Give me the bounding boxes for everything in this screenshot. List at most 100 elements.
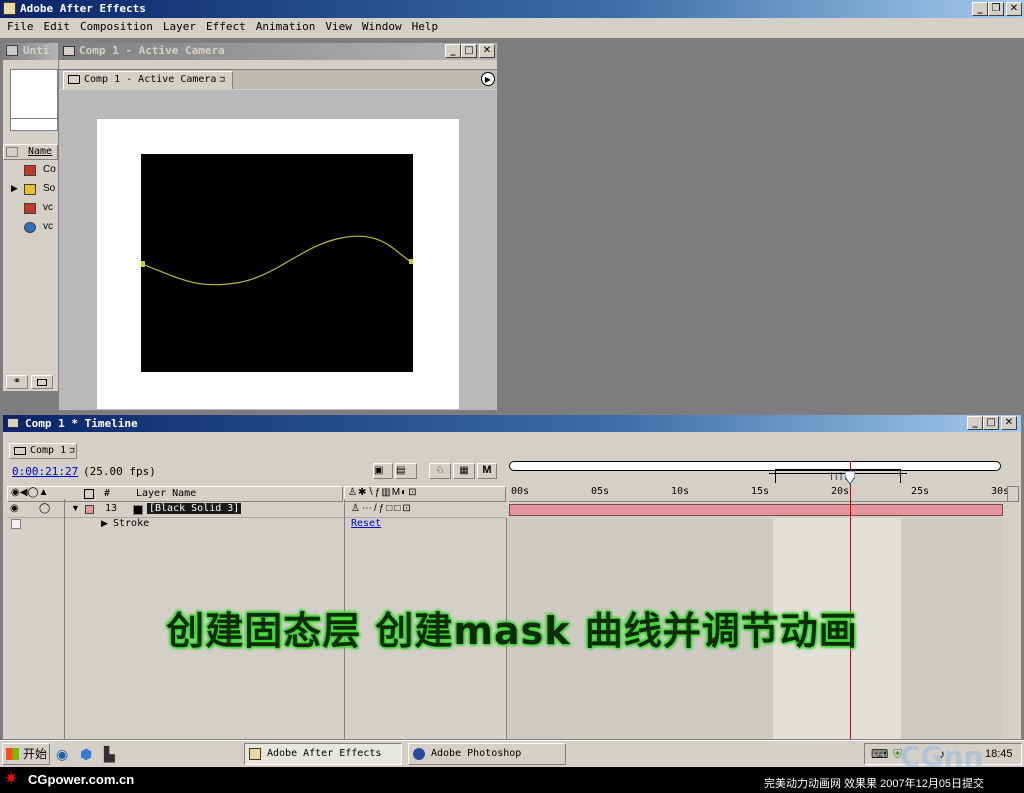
- project-panel: Unti Name Co ▶ So vc vc ⚭: [2, 42, 59, 392]
- menu-help[interactable]: Help: [407, 18, 444, 36]
- comp-viewer: [59, 90, 497, 410]
- taskbar: 开始 ◉ ⬢ ▙ Adobe After Effects Adobe Photo…: [0, 740, 1024, 767]
- project-column-header[interactable]: Name: [3, 144, 58, 160]
- comp-close-button[interactable]: ✕: [479, 44, 495, 58]
- ruler-tick-label: 00s: [511, 486, 530, 497]
- project-item[interactable]: vc: [3, 219, 58, 237]
- close-button[interactable]: ✕: [1006, 2, 1022, 16]
- minimize-button[interactable]: _: [972, 2, 988, 16]
- menu-window[interactable]: Window: [357, 18, 407, 36]
- timeline-maximize-button[interactable]: □: [983, 416, 999, 430]
- work-area-bar[interactable]: [509, 461, 1001, 471]
- new-folder-button[interactable]: [31, 375, 53, 389]
- stroke-row[interactable]: ▶ Stroke Reset: [7, 518, 506, 532]
- tab-close-icon[interactable]: ⊐: [220, 75, 225, 85]
- mask-vertex-end: [409, 259, 413, 264]
- comp-window-title: Comp 1 - Active Camera: [79, 44, 225, 57]
- ruler-tick-label: 05s: [591, 486, 610, 497]
- expand-arrow-icon[interactable]: ▼: [71, 503, 80, 513]
- row-checkbox[interactable]: [11, 519, 21, 529]
- motion-blur-icon: M: [482, 464, 492, 476]
- timeline-icon: [7, 418, 19, 428]
- shy-layers-button[interactable]: ♘: [429, 463, 451, 479]
- browser-icon[interactable]: ⬢: [80, 746, 92, 763]
- layer-duration-bar[interactable]: [509, 504, 1003, 516]
- after-effects-icon: [249, 748, 261, 760]
- solo-icon[interactable]: ◯: [39, 503, 50, 514]
- menu-effect[interactable]: Effect: [201, 18, 251, 36]
- play-arrow-icon: ▶: [484, 75, 492, 84]
- folder-icon: [24, 184, 36, 195]
- ruler-tick-label: 10s: [671, 486, 690, 497]
- find-button[interactable]: ⚭: [6, 375, 28, 389]
- app-title-bar: Adobe After Effects: [0, 0, 1024, 18]
- clock: 18:45: [985, 748, 1013, 760]
- show-desktop-icon[interactable]: ◉: [56, 746, 68, 763]
- menu-animation[interactable]: Animation: [251, 18, 321, 36]
- composition-icon: [24, 165, 36, 176]
- timeline-tab-label: Comp 1: [30, 445, 67, 456]
- taskbar-after-effects[interactable]: Adobe After Effects: [244, 743, 402, 765]
- watermark-site: CGpower.com.cn: [28, 772, 135, 787]
- layer-row[interactable]: ◉ ◯ ▼ 13 [Black Solid 3] ♙⋯/ƒ□□⊡: [7, 503, 506, 518]
- project-icon: [6, 45, 18, 56]
- motion-blur-button[interactable]: M: [477, 463, 497, 479]
- label-color[interactable]: [85, 505, 94, 514]
- show-snapshot-button[interactable]: ▤: [395, 463, 417, 479]
- project-item[interactable]: vc: [3, 200, 58, 218]
- stroke-name: Stroke: [113, 518, 150, 529]
- menu-composition[interactable]: Composition: [75, 18, 158, 36]
- comp-snapshot-button[interactable]: ▣: [373, 463, 393, 479]
- comp-frame-black-solid[interactable]: [141, 154, 413, 372]
- tab-close-icon[interactable]: ⊐: [69, 446, 74, 456]
- timeline-window: Comp 1 * Timeline _ □ ✕ Comp 1 ⊐ 0:00:21…: [2, 414, 1022, 740]
- project-item[interactable]: ▶ So: [3, 181, 58, 199]
- ruler-tick-label: 25s: [911, 486, 930, 497]
- quicktime-icon: [24, 222, 36, 233]
- menu-file[interactable]: File: [2, 18, 39, 36]
- timeline-close-button[interactable]: ✕: [1001, 416, 1017, 430]
- frame-blending-button[interactable]: ▦: [453, 463, 475, 479]
- tutorial-caption: 创建固态层 创建mask 曲线并调节动画: [166, 609, 858, 653]
- layer-switch-icons[interactable]: ♙⋯/ƒ□□⊡: [351, 503, 413, 514]
- taskbar-photoshop[interactable]: Adobe Photoshop: [408, 743, 566, 765]
- layer-column-header: ◉◀◯▲ # Layer Name: [7, 486, 343, 502]
- windows-logo-icon: [6, 748, 19, 760]
- comp-minimize-button[interactable]: _: [445, 44, 461, 58]
- current-time-indicator[interactable]: [844, 470, 856, 485]
- media-icon[interactable]: ▙: [104, 746, 115, 763]
- project-title-bar: Unti: [3, 43, 58, 60]
- panel-menu-button[interactable]: ▶: [481, 72, 495, 86]
- tab-active-camera[interactable]: Comp 1 - Active Camera ⊐: [63, 71, 233, 89]
- column-layer-name[interactable]: Layer Name: [136, 488, 196, 499]
- shy-icon: ♘: [435, 465, 445, 476]
- layer-number: 13: [105, 503, 118, 514]
- timeline-title-bar: Comp 1 * Timeline: [3, 415, 1021, 432]
- time-ruler[interactable]: 00s 05s 10s 15s 20s 25s 30s: [509, 486, 1009, 502]
- menu-edit[interactable]: Edit: [39, 18, 76, 36]
- stroke-expand-arrow-icon[interactable]: ▶: [101, 518, 108, 529]
- menu-view[interactable]: View: [320, 18, 357, 36]
- switch-icons: ♙✱∖ƒ▥M◐⊡: [348, 487, 418, 498]
- start-button[interactable]: 开始: [2, 743, 50, 765]
- menu-layer[interactable]: Layer: [158, 18, 201, 36]
- tab-comp-1[interactable]: Comp 1 ⊐: [9, 443, 77, 459]
- comp-maximize-button[interactable]: □: [461, 44, 477, 58]
- after-effects-icon: [3, 2, 16, 15]
- timeline-minimize-button[interactable]: _: [967, 416, 983, 430]
- mask-path[interactable]: [141, 154, 413, 372]
- comp-tab-icon: [68, 75, 80, 84]
- restore-button[interactable]: ❐: [988, 2, 1004, 16]
- stroke-reset-link[interactable]: Reset: [351, 518, 381, 529]
- camera-view-icon: ▤: [396, 465, 406, 476]
- av-switches-icons: ◉◀◯▲: [11, 487, 49, 498]
- project-item[interactable]: Co: [3, 162, 58, 180]
- layer-name[interactable]: [Black Solid 3]: [147, 503, 242, 514]
- zoom-slider[interactable]: ||||: [769, 467, 907, 485]
- keyboard-icon[interactable]: ⌨: [871, 747, 888, 761]
- current-time[interactable]: 0:00:21:27: [12, 465, 78, 478]
- eye-icon[interactable]: ◉: [10, 503, 19, 514]
- expand-arrow-icon[interactable]: ▶: [11, 183, 18, 194]
- project-item-label: vc: [43, 202, 53, 213]
- cgnn-logo: CGnn: [900, 740, 984, 773]
